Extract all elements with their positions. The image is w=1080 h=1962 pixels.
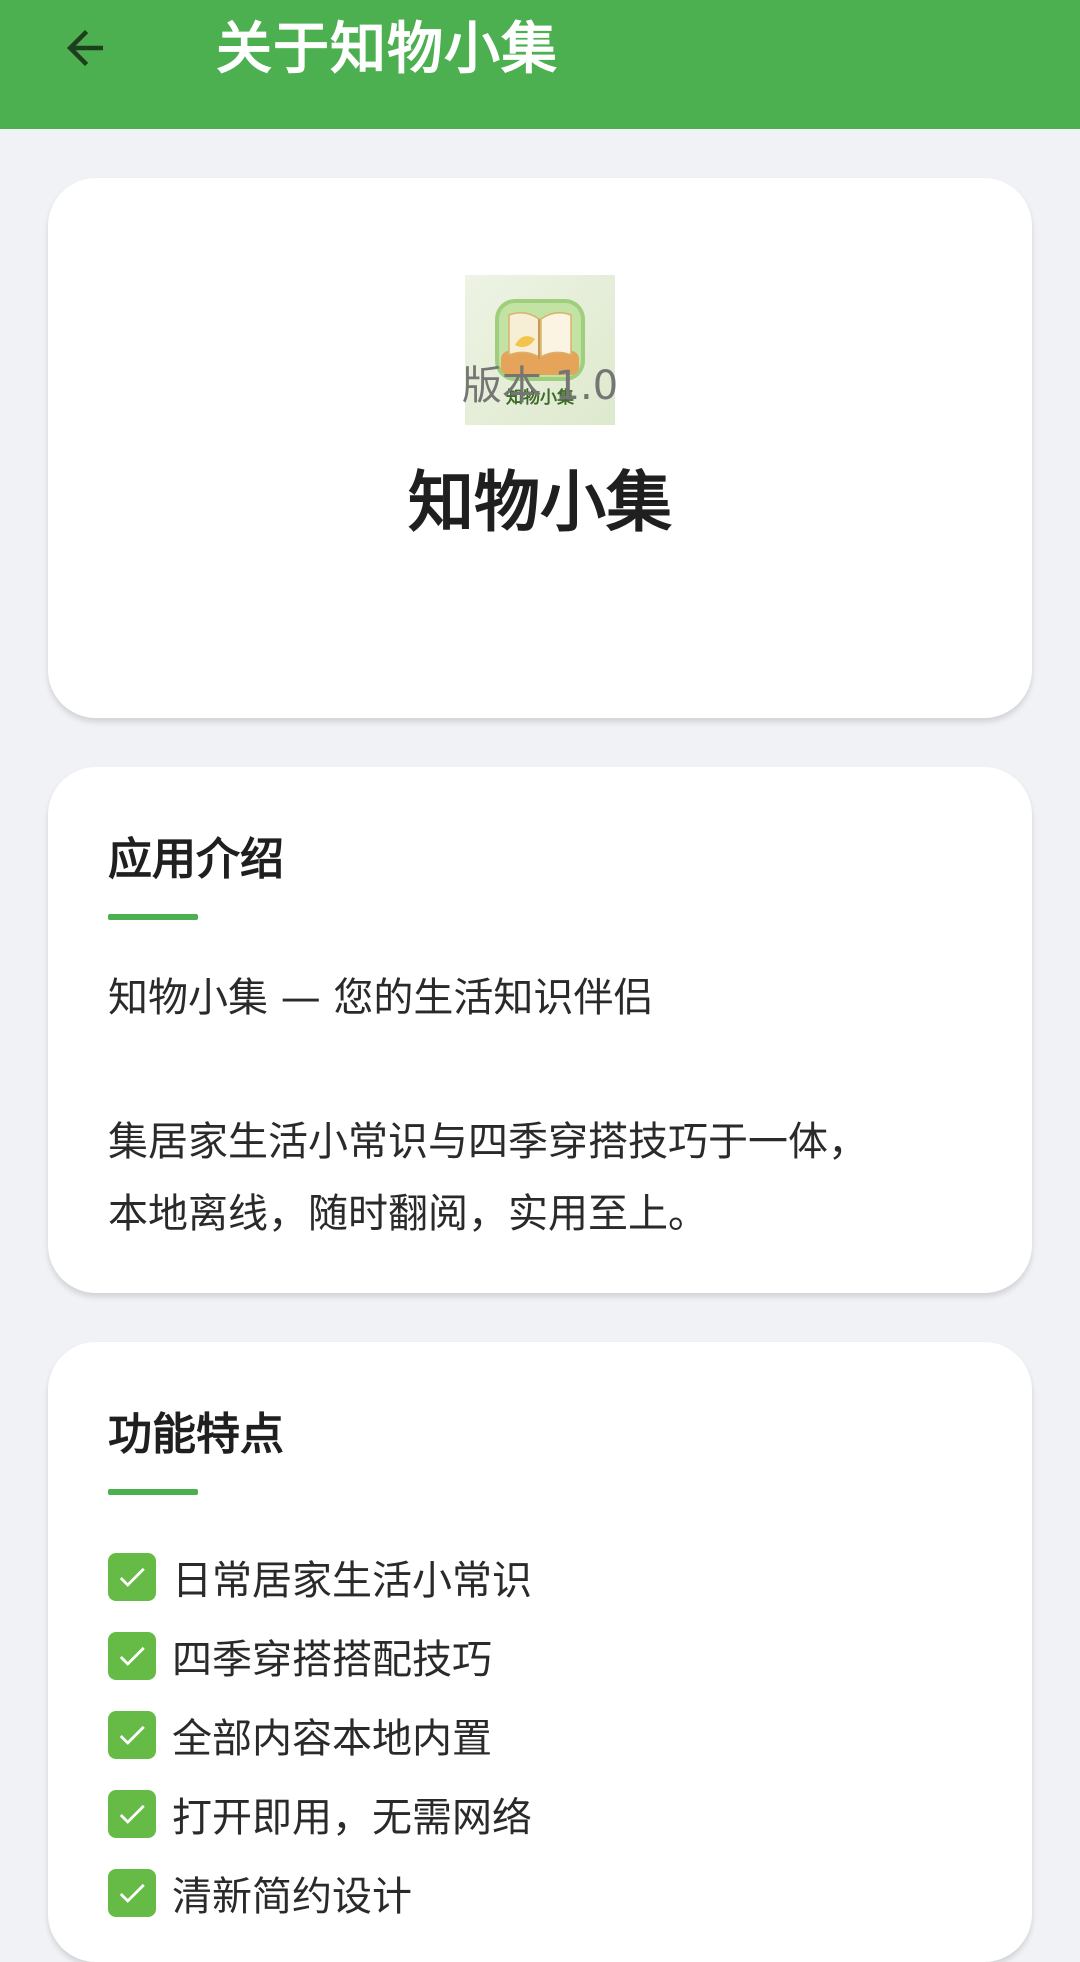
feature-label: 四季穿搭搭配技巧 — [172, 1636, 492, 1683]
app-bar: 关于知物小集 — [0, 0, 1080, 129]
check-icon — [108, 1552, 156, 1601]
check-icon — [108, 1789, 156, 1838]
features-section-title: 功能特点 — [108, 1409, 284, 1460]
back-button[interactable] — [42, 0, 128, 96]
arrow-left-icon — [67, 30, 103, 66]
intro-line-2: 集居家生活小常识与四季穿搭技巧于一体， — [108, 1119, 868, 1165]
list-item: 全部内容本地内置 — [108, 1695, 532, 1774]
intro-line-3: 本地离线，随时翻阅，实用至上。 — [108, 1191, 708, 1237]
feature-label: 打开即用，无需网络 — [172, 1794, 532, 1841]
intro-description: 知物小集 — 您的生活知识伴侣 集居家生活小常识与四季穿搭技巧于一体， 本地离线… — [108, 962, 988, 1250]
check-icon — [108, 1710, 156, 1759]
list-item: 打开即用，无需网络 — [108, 1774, 532, 1853]
intro-section-title: 应用介绍 — [108, 834, 284, 885]
app-version: 版本 1.0 — [461, 363, 619, 409]
app-info-card: 知物小集 知物小集 版本 1.0 — [48, 178, 1032, 718]
section-underline — [108, 914, 198, 920]
intro-card: 应用介绍 知物小集 — 您的生活知识伴侣 集居家生活小常识与四季穿搭技巧于一体，… — [48, 767, 1032, 1293]
section-underline — [108, 1489, 198, 1495]
intro-line-1: 知物小集 — 您的生活知识伴侣 — [108, 975, 654, 1021]
feature-list: 日常居家生活小常识 四季穿搭搭配技巧 全部内容本地内置 打开即用，无需网络 清新… — [108, 1537, 532, 1932]
list-item: 日常居家生活小常识 — [108, 1537, 532, 1616]
list-item: 清新简约设计 — [108, 1853, 532, 1932]
check-icon — [108, 1868, 156, 1917]
feature-label: 日常居家生活小常识 — [172, 1557, 532, 1604]
page-title: 关于知物小集 — [216, 17, 558, 82]
features-card: 功能特点 日常居家生活小常识 四季穿搭搭配技巧 全部内容本地内置 打开即用，无需… — [48, 1342, 1032, 1962]
feature-label: 全部内容本地内置 — [172, 1715, 492, 1762]
app-name: 知物小集 — [408, 464, 672, 541]
intro-spacer — [108, 1034, 988, 1106]
check-icon — [108, 1631, 156, 1680]
list-item: 四季穿搭搭配技巧 — [108, 1616, 532, 1695]
feature-label: 清新简约设计 — [172, 1873, 412, 1920]
